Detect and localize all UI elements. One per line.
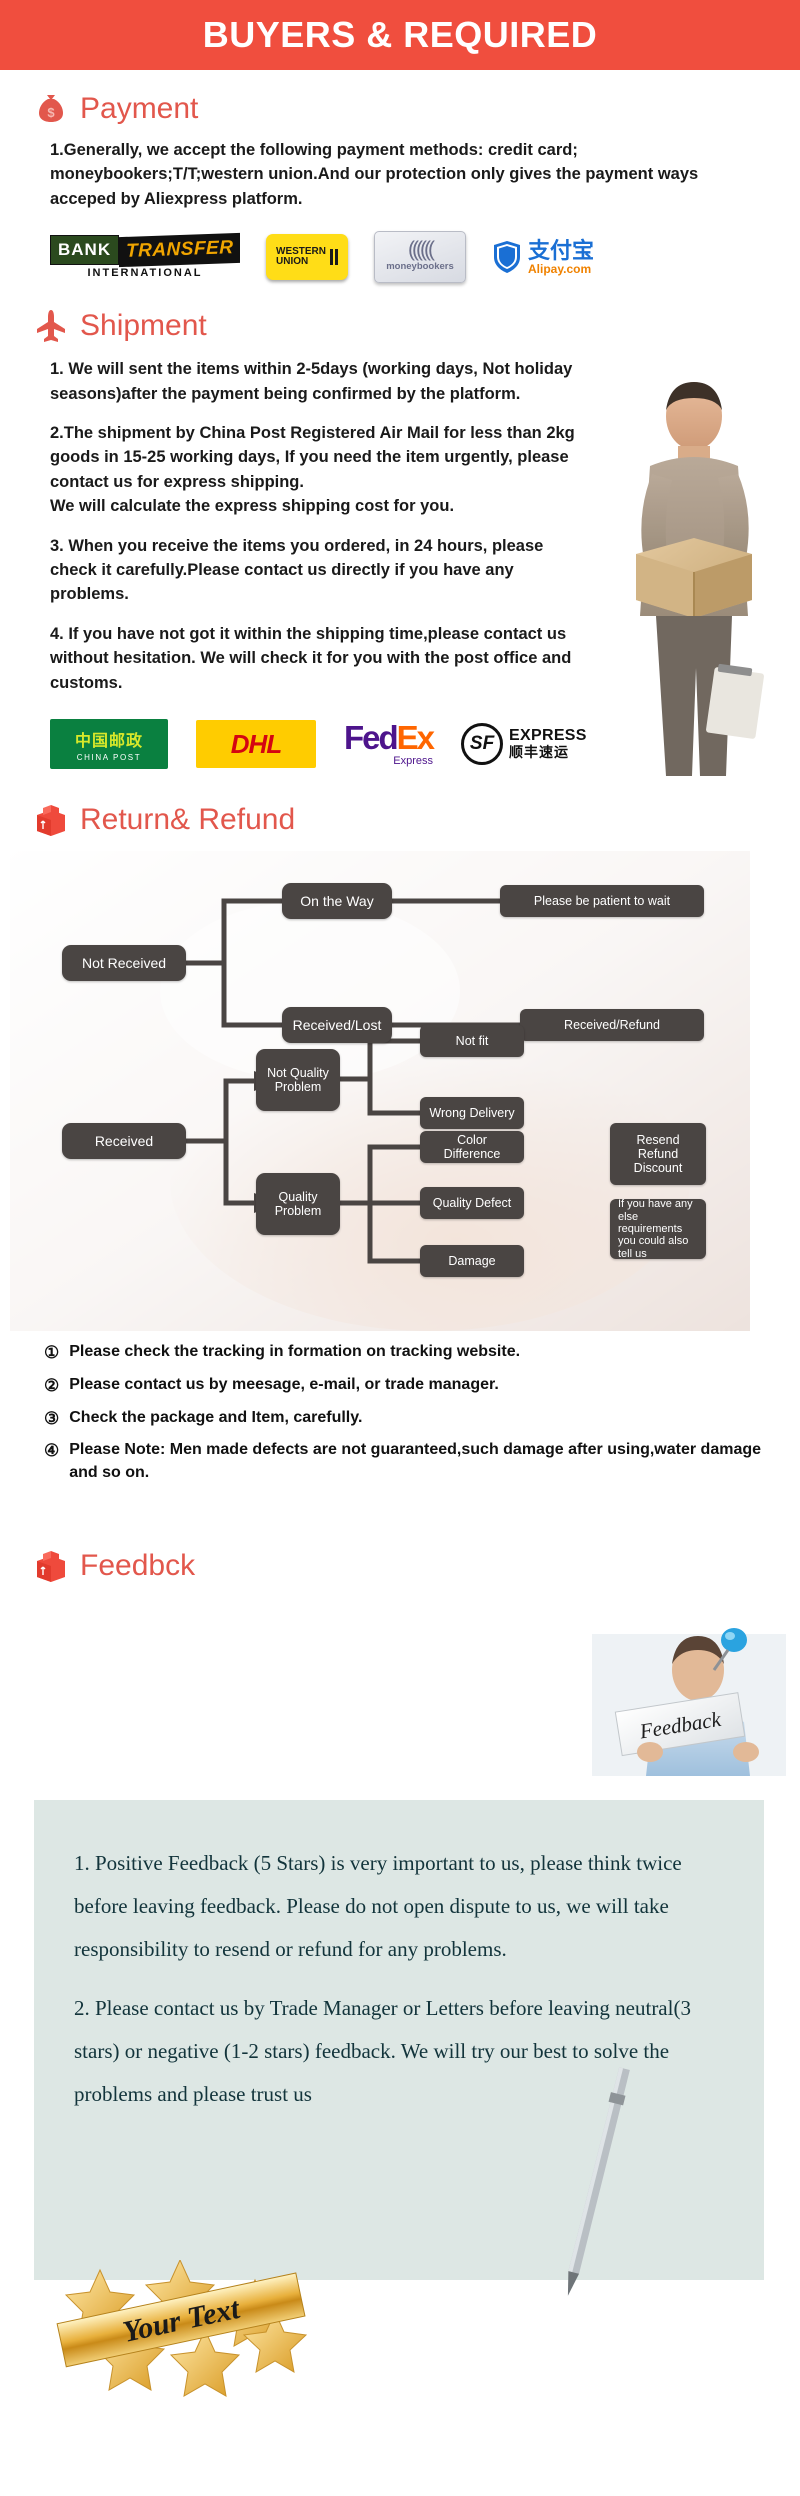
note-number: ① [44, 1343, 60, 1363]
flow-node-not-fit[interactable]: Not fit [420, 1025, 524, 1058]
shipment-body: 1. We will sent the items within 2-5days… [0, 357, 800, 695]
shield-icon [494, 241, 520, 274]
note-number: ② [44, 1375, 60, 1395]
shipment-paragraph-1: 1. We will sent the items within 2-5days… [50, 360, 573, 403]
shipment-paragraph-2: 2.The shipment by China Post Registered … [50, 424, 575, 516]
moneybookers-wave-icon: (((((( [408, 238, 435, 262]
note-text: Please Note: Men made defects are not gu… [69, 1441, 762, 1481]
dhl-label: DHL [230, 728, 282, 759]
flow-node-wrong-delivery[interactable]: Wrong Delivery [420, 1097, 524, 1130]
note-number: ③ [44, 1408, 60, 1428]
flow-node-resend-refund-discount[interactable]: Resend Refund Discount [610, 1123, 706, 1186]
moneybookers-logo: (((((( moneybookers [374, 231, 466, 284]
china-post-logo: 中国邮政 CHINA POST [50, 719, 168, 770]
bank-transfer-transfer-text: TRANSFER [119, 233, 241, 268]
shipment-paragraph-4: 4. If you have not got it within the shi… [50, 624, 572, 692]
fedex-fed-text: Fed [344, 719, 399, 757]
note-text: Please check the tracking in formation o… [69, 1343, 521, 1361]
page-title: BUYERS & REQUIRED [202, 14, 598, 55]
sf-chinese-text: 顺丰速运 [509, 744, 570, 761]
alipay-logo: 支付宝 Alipay.com [492, 237, 595, 276]
fedex-express-text: Express [393, 755, 434, 768]
note-text: Please contact us by meesage, e-mail, or… [69, 1375, 499, 1393]
section-header-return-refund: Return& Refund [0, 803, 800, 837]
flow-node-quality-defect[interactable]: Quality Defect [420, 1187, 524, 1220]
section-header-payment: $ Payment [0, 92, 800, 126]
fedex-logo: FedEx Express [344, 719, 435, 768]
note-item: ① Please check the tracking in formation… [44, 1341, 770, 1365]
china-post-chinese-text: 中国邮政 [74, 732, 143, 750]
bank-transfer-international-text: INTERNATIONAL [87, 267, 203, 280]
shipment-paragraph-3: 3. When you receive the items you ordere… [50, 536, 544, 604]
section-title-return-refund: Return& Refund [80, 803, 296, 837]
note-item: ② Please contact us by meesage, e-mail, … [44, 1374, 770, 1398]
flow-node-not-quality-problem[interactable]: Not Quality Problem [256, 1049, 340, 1112]
feedback-photo: Feedback [592, 1628, 786, 1776]
note-text: Check the package and Item, carefully. [69, 1408, 363, 1426]
svg-text:$: $ [47, 105, 55, 120]
western-union-logo: WESTERN UNION [266, 234, 348, 281]
open-box-icon [37, 805, 65, 837]
feedback-paragraph-1: 1. Positive Feedback (5 Stars) is very i… [74, 1851, 682, 1962]
section-title-payment: Payment [80, 92, 199, 125]
flow-node-quality-problem[interactable]: Quality Problem [256, 1173, 340, 1236]
open-box-icon [37, 1551, 65, 1583]
dhl-logo: DHL [196, 720, 316, 769]
alipay-domain-text: Alipay.com [528, 261, 592, 276]
flow-node-please-be-patient[interactable]: Please be patient to wait [500, 885, 704, 918]
page-banner: BUYERS & REQUIRED [0, 0, 800, 70]
airplane-icon [37, 310, 65, 343]
return-refund-flowchart: Not Received On the Way Received/Lost Pl… [10, 851, 750, 1332]
flow-node-received[interactable]: Received [62, 1123, 186, 1160]
flow-node-else-requirements[interactable]: If you have any else requirements you co… [610, 1198, 706, 1260]
flow-node-not-received[interactable]: Not Received [62, 945, 186, 982]
sf-mark-icon: SF [461, 723, 504, 766]
flow-node-damage[interactable]: Damage [420, 1245, 524, 1278]
payment-logo-row: BANK TRANSFER INTERNATIONAL WESTERN UNIO… [0, 231, 800, 284]
flow-node-color-difference[interactable]: Color Difference [420, 1131, 524, 1164]
note-item: ④ Please Note: Men made defects are not … [44, 1439, 770, 1484]
return-refund-notes: ① Please check the tracking in formation… [0, 1341, 800, 1484]
payment-body: 1.Generally, we accept the following pay… [0, 138, 800, 211]
note-number: ④ [44, 1441, 60, 1461]
feedback-text-panel: 1. Positive Feedback (5 Stars) is very i… [34, 1800, 764, 2280]
section-header-shipment: Shipment [0, 309, 800, 343]
sf-english-text: EXPRESS [509, 727, 587, 745]
section-title-feedback: Feedbck [80, 1549, 196, 1583]
flow-node-received-lost[interactable]: Received/Lost [282, 1007, 392, 1044]
flow-node-received-refund[interactable]: Received/Refund [520, 1009, 704, 1042]
your-text-ribbon: Your Text [56, 2260, 308, 2397]
flow-node-on-the-way[interactable]: On the Way [282, 883, 392, 920]
sf-express-logo: SF EXPRESS 顺丰速运 [461, 723, 587, 766]
section-header-feedback: Feedbck [0, 1549, 800, 1583]
western-union-bars-icon [330, 249, 338, 266]
money-bag-icon: $ [39, 95, 63, 122]
moneybookers-label: moneybookers [386, 261, 454, 273]
pen-photo [567, 2067, 630, 2296]
alipay-chinese-text: 支付宝 [528, 237, 595, 263]
fedex-ex-text: Ex [396, 719, 435, 757]
bank-transfer-logo: BANK TRANSFER INTERNATIONAL [50, 231, 241, 283]
note-item: ③ Check the package and Item, carefully. [44, 1407, 770, 1431]
payment-paragraph-1: 1.Generally, we accept the following pay… [50, 141, 699, 208]
buyers-required-page: BUYERS & REQUIRED $ Payment 1.Generally,… [0, 0, 800, 2496]
section-title-shipment: Shipment [80, 309, 207, 343]
bank-transfer-bank-text: BANK [50, 235, 120, 266]
china-post-english-text: CHINA POST [76, 752, 142, 762]
western-union-line2: UNION [276, 256, 309, 268]
